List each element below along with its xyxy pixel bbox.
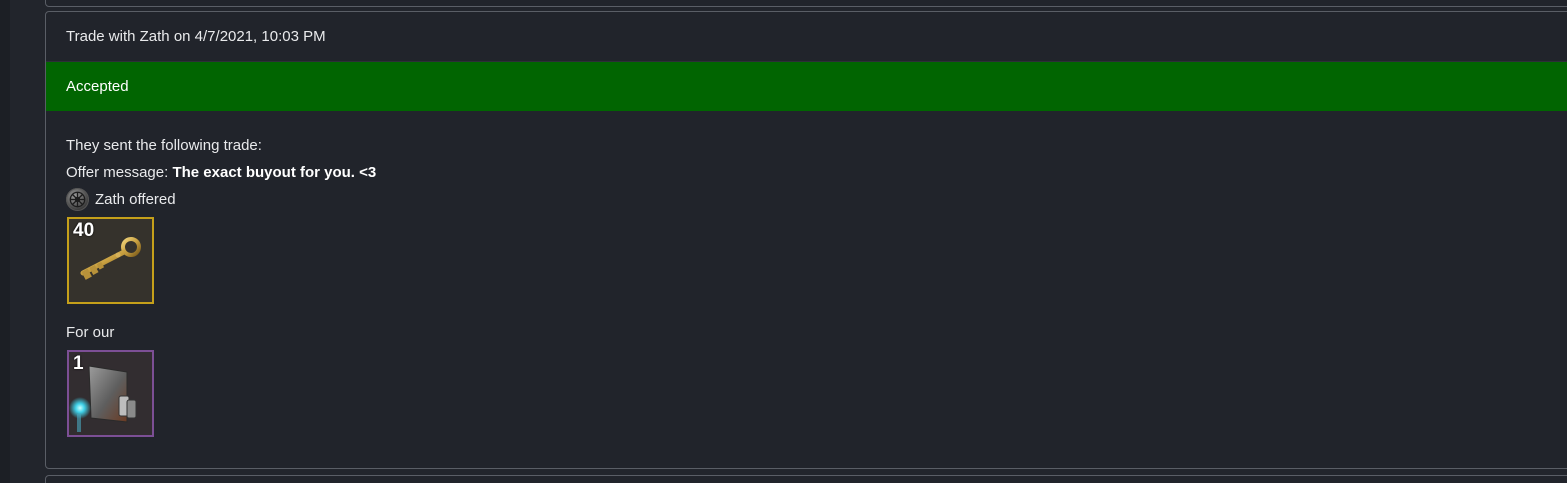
- trade-card: Trade with Zath on 4/7/2021, 10:03 PM Ac…: [45, 11, 1567, 469]
- trade-history-page: Trade with Zath on 4/7/2021, 10:03 PM Ac…: [0, 0, 1567, 483]
- item-quantity: 1: [73, 353, 84, 374]
- previous-trade-card: [45, 0, 1567, 7]
- status-badge: Accepted: [46, 62, 1567, 111]
- trade-intro: They sent the following trade:: [66, 137, 262, 154]
- item-tile-key[interactable]: 40: [67, 217, 154, 304]
- offer-message-text: The exact buyout for you. <3: [172, 164, 377, 181]
- next-trade-card: [45, 475, 1567, 483]
- trade-body: They sent the following trade: Offer mes…: [46, 111, 1567, 437]
- item-tile-war-paint[interactable]: 1: [67, 350, 154, 437]
- item-quantity: 40: [73, 220, 95, 241]
- for-our-label: For our: [66, 324, 115, 341]
- trade-title: Trade with Zath on 4/7/2021, 10:03 PM: [46, 12, 1567, 62]
- partner-offered-label: Zath offered: [95, 191, 176, 208]
- empire-emblem-icon[interactable]: [66, 188, 89, 211]
- partner-offered-line: Zath offered: [66, 186, 1566, 213]
- offer-message-line: Offer message: The exact buyout for you.…: [66, 159, 1566, 186]
- left-gutter: [0, 0, 10, 483]
- offer-message-label: Offer message:: [66, 164, 169, 181]
